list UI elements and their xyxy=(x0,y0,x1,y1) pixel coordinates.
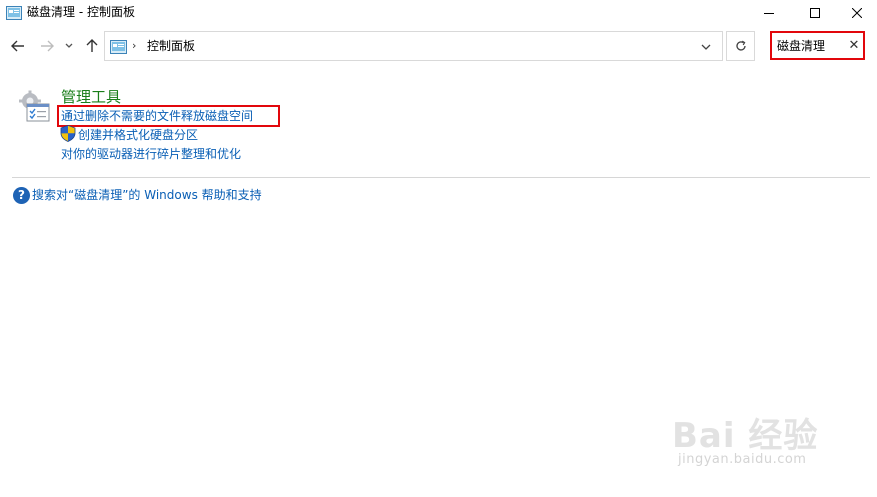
help-icon: ? xyxy=(13,187,30,204)
uac-shield-icon xyxy=(60,125,76,142)
section-divider xyxy=(12,177,870,178)
close-icon xyxy=(852,8,862,18)
maximize-button[interactable] xyxy=(792,0,838,26)
administrative-tools-icon xyxy=(17,90,51,124)
forward-button[interactable] xyxy=(37,36,57,56)
chevron-down-icon xyxy=(65,43,73,48)
recent-locations-button[interactable] xyxy=(62,36,76,56)
free-up-disk-space-link[interactable]: 通过删除不需要的文件释放磁盘空间 xyxy=(61,108,253,124)
control-panel-icon xyxy=(6,5,22,20)
watermark-logo: Bai 经验 xyxy=(672,416,819,456)
refresh-button[interactable] xyxy=(726,31,755,61)
address-history-dropdown[interactable] xyxy=(698,40,714,54)
breadcrumb-control-panel[interactable]: 控制面板 xyxy=(147,38,195,54)
defragment-optimize-drives-link[interactable]: 对你的驱动器进行碎片整理和优化 xyxy=(61,146,241,162)
up-button[interactable] xyxy=(82,36,102,56)
up-arrow-icon xyxy=(86,39,98,52)
back-button[interactable] xyxy=(8,36,28,56)
address-bar[interactable]: › 控制面板 xyxy=(104,31,723,61)
minimize-button[interactable] xyxy=(746,0,792,26)
minimize-icon xyxy=(764,13,774,14)
breadcrumb-separator[interactable]: › xyxy=(132,38,136,54)
maximize-icon xyxy=(810,8,820,18)
chevron-down-icon xyxy=(701,44,711,50)
search-input[interactable]: 磁盘清理 xyxy=(777,38,825,54)
windows-help-search-link[interactable]: 搜索对“磁盘清理”的 Windows 帮助和支持 xyxy=(32,187,262,203)
control-panel-icon xyxy=(110,39,127,54)
search-box[interactable]: 磁盘清理 ✕ xyxy=(770,31,865,60)
create-format-partitions-link[interactable]: 创建并格式化硬盘分区 xyxy=(78,127,198,143)
refresh-icon xyxy=(735,40,746,51)
close-button[interactable] xyxy=(834,0,877,26)
clear-search-button[interactable]: ✕ xyxy=(846,36,862,56)
forward-arrow-icon xyxy=(41,40,54,52)
watermark: Bai 经验 jingyan.baidu.com xyxy=(672,400,862,480)
administrative-tools-link[interactable]: 管理工具 xyxy=(61,87,121,107)
window-title: 磁盘清理 - 控制面板 xyxy=(27,5,135,19)
title-bar: 磁盘清理 - 控制面板 xyxy=(0,0,877,26)
watermark-url: jingyan.baidu.com xyxy=(678,452,807,467)
back-arrow-icon xyxy=(11,40,24,52)
